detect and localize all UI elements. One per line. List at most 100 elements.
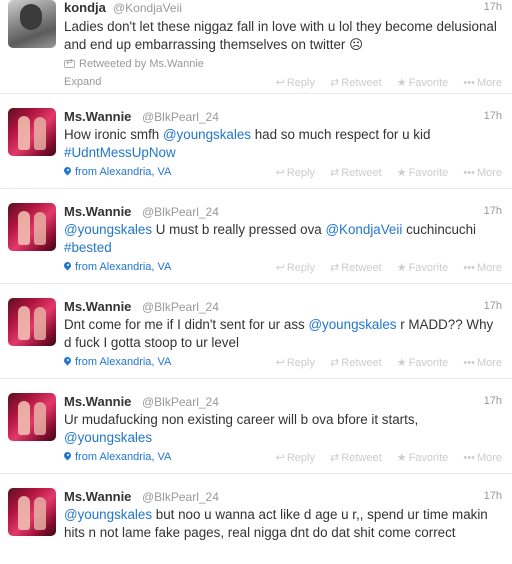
retweet-button[interactable]: ⇄ Retweet [330, 356, 382, 369]
favorite-label: Favorite [408, 357, 449, 369]
fullname[interactable]: Ms.Wannie [64, 489, 131, 504]
reply-button[interactable]: ↩ Reply [276, 451, 315, 464]
more-button[interactable]: ••• More [463, 167, 502, 179]
more-button[interactable]: ••• More [463, 357, 502, 369]
retweet-button[interactable]: ⇄ Retweet [330, 261, 382, 274]
place-link[interactable]: from Alexandria, VA [64, 356, 171, 368]
reply-button[interactable]: ↩ Reply [276, 76, 315, 89]
more-label: More [476, 77, 502, 89]
tweet-actions: ↩ Reply ⇄ Retweet ★ Favorite ••• More [264, 261, 502, 274]
username[interactable]: @BlkPearl_24 [142, 300, 219, 314]
retweet-button[interactable]: ⇄ Retweet [330, 166, 382, 179]
timestamp[interactable]: 17h [484, 395, 502, 407]
avatar[interactable] [8, 108, 56, 156]
fullname[interactable]: Ms.Wannie [64, 394, 131, 409]
retweet-label: Retweet [341, 357, 382, 369]
retweet-icon: ⇄ [330, 357, 340, 369]
fullname[interactable]: kondja [64, 0, 106, 15]
reply-icon: ↩ [275, 357, 285, 369]
retweet-button[interactable]: ⇄ Retweet [330, 76, 382, 89]
timestamp[interactable]: 17h [484, 490, 502, 502]
mention-link[interactable]: @youngskales [64, 222, 152, 237]
tweet-text: How ironic smfh @youngskales had so much… [64, 126, 512, 162]
retweeted-by-label[interactable]: Retweeted by Ms.Wannie [79, 58, 204, 70]
fullname[interactable]: Ms.Wannie [64, 299, 131, 314]
favorite-button[interactable]: ★ Favorite [397, 166, 449, 179]
favorite-button[interactable]: ★ Favorite [397, 451, 449, 464]
favorite-button[interactable]: ★ Favorite [397, 261, 449, 274]
timestamp[interactable]: 17h [484, 1, 502, 13]
retweet-icon [64, 57, 75, 68]
timestamp[interactable]: 17h [484, 300, 502, 312]
avatar[interactable] [8, 393, 56, 441]
mention-link[interactable]: @youngskales [64, 507, 152, 522]
timestamp[interactable]: 17h [484, 110, 502, 122]
avatar[interactable] [8, 298, 56, 346]
fullname[interactable]: Ms.Wannie [64, 109, 131, 124]
avatar[interactable] [8, 203, 56, 251]
retweet-label: Retweet [341, 77, 382, 89]
username[interactable]: @KondjaVeii [113, 1, 182, 15]
more-icon: ••• [463, 452, 475, 464]
timestamp[interactable]: 17h [484, 205, 502, 217]
reply-label: Reply [286, 77, 315, 89]
location-pin-icon [64, 167, 71, 176]
tweet-actions: ↩ Reply ⇄ Retweet ★ Favorite ••• More [264, 451, 502, 464]
username[interactable]: @BlkPearl_24 [142, 205, 219, 219]
tweet-footer: from Alexandria, VA ↩ Reply ⇄ Retweet ★ Fav… [64, 162, 512, 184]
location-pin-icon [64, 262, 71, 271]
favorite-label: Favorite [408, 262, 449, 274]
more-button[interactable]: ••• More [463, 262, 502, 274]
avatar[interactable] [8, 0, 56, 48]
reply-icon: ↩ [275, 452, 285, 464]
hashtag-link[interactable]: #UdntMessUpNow [64, 145, 176, 160]
reply-button[interactable]: ↩ Reply [276, 166, 315, 179]
star-icon: ★ [396, 167, 407, 179]
tweet[interactable]: Ms.Wannie @BlkPearl_24 17h Ur mudafuckin… [0, 379, 512, 474]
place-label: from Alexandria, VA [75, 261, 172, 273]
username[interactable]: @BlkPearl_24 [142, 490, 219, 504]
place-link[interactable]: from Alexandria, VA [64, 451, 171, 463]
place-link[interactable]: from Alexandria, VA [64, 261, 171, 273]
tweet-header: kondja @KondjaVeii 17h [64, 0, 512, 18]
reply-icon: ↩ [275, 167, 285, 179]
tweet-footer: from Alexandria, VA ↩ Reply ⇄ Retweet ★ Fav… [64, 257, 512, 279]
retweet-label: Retweet [341, 262, 382, 274]
tweet[interactable]: Ms.Wannie @BlkPearl_24 17h @youngskales … [0, 474, 512, 564]
reply-icon: ↩ [275, 262, 285, 274]
reply-label: Reply [286, 262, 315, 274]
tweet-text: Dnt come for me if I didn't sent for ur … [64, 316, 512, 352]
tweet[interactable]: kondja @KondjaVeii 17h Ladies don't let … [0, 0, 512, 94]
mention-link[interactable]: @youngskales [163, 127, 251, 142]
hashtag-link[interactable]: #bested [64, 240, 112, 255]
username[interactable]: @BlkPearl_24 [142, 110, 219, 124]
reply-button[interactable]: ↩ Reply [276, 261, 315, 274]
username[interactable]: @BlkPearl_24 [142, 395, 219, 409]
fullname[interactable]: Ms.Wannie [64, 204, 131, 219]
place-label: from Alexandria, VA [75, 166, 172, 178]
more-button[interactable]: ••• More [463, 452, 502, 464]
tweet-timeline: kondja @KondjaVeii 17h Ladies don't let … [0, 0, 512, 564]
favorite-button[interactable]: ★ Favorite [397, 76, 449, 89]
mention-link[interactable]: @youngskales [64, 430, 152, 445]
more-icon: ••• [463, 77, 475, 89]
favorite-label: Favorite [408, 77, 449, 89]
place-link[interactable]: from Alexandria, VA [64, 166, 171, 178]
reply-button[interactable]: ↩ Reply [276, 356, 315, 369]
mention-link[interactable]: @youngskales [308, 317, 396, 332]
tweet-text: @youngskales but noo u wanna act like d … [64, 506, 512, 542]
tweet[interactable]: Ms.Wannie @BlkPearl_24 17h @youngskales … [0, 189, 512, 284]
star-icon: ★ [396, 452, 407, 464]
location-pin-icon [64, 452, 71, 461]
place-label: from Alexandria, VA [75, 451, 172, 463]
more-button[interactable]: ••• More [463, 77, 502, 89]
tweet[interactable]: Ms.Wannie @BlkPearl_24 17h How ironic sm… [0, 94, 512, 189]
expand-link[interactable]: Expand [64, 76, 101, 88]
avatar[interactable] [8, 488, 56, 536]
favorite-button[interactable]: ★ Favorite [397, 356, 449, 369]
mention-link[interactable]: @KondjaVeii [325, 222, 402, 237]
tweet[interactable]: Ms.Wannie @BlkPearl_24 17h Dnt come for … [0, 284, 512, 379]
text-segment: cuchincuchi [402, 222, 477, 237]
retweet-button[interactable]: ⇄ Retweet [330, 451, 382, 464]
place-label: from Alexandria, VA [75, 356, 172, 368]
